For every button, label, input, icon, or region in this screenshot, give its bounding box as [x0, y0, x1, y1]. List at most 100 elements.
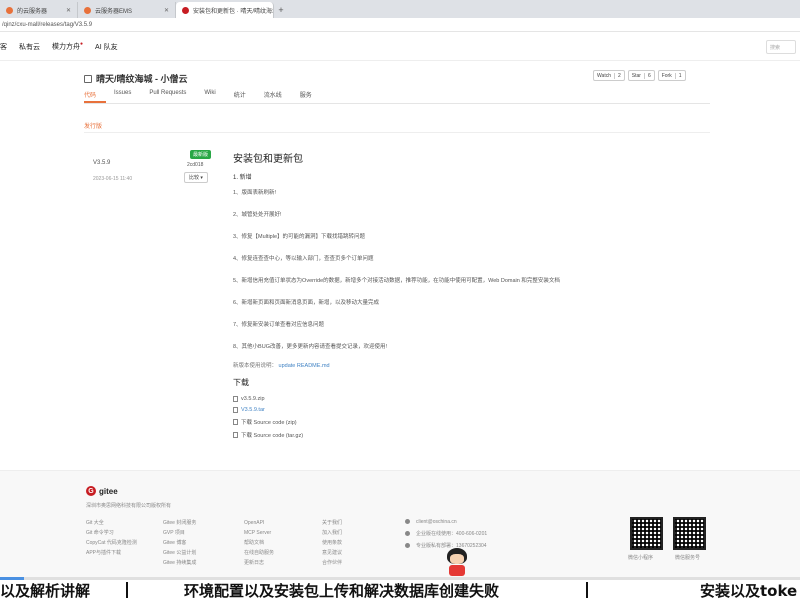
tab-code[interactable]: 代码: [84, 90, 107, 103]
release-note: 新版本使用说明： update README.md: [233, 361, 703, 369]
download-item[interactable]: V3.5.9.tar: [233, 407, 703, 413]
gitee-logo-text: gitee: [99, 486, 118, 496]
release-line: 8、其他小BUG改善，更多更新内容请查看提交记录，欢迎使用!: [233, 344, 388, 350]
download-label: V3.5.9.tar: [241, 407, 265, 413]
phone-icon: [405, 543, 410, 549]
close-icon[interactable]: ✕: [66, 7, 71, 14]
download-item[interactable]: 下载 Source code (zip): [233, 418, 703, 426]
footer-link[interactable]: APP与插件下载: [86, 548, 137, 558]
divider: [84, 132, 710, 133]
address-bar[interactable]: /qinz/cxu-mall/releases/tag/V3.5.9: [0, 18, 800, 32]
tab-label: 的云服务器: [17, 8, 48, 15]
nav-item-private-cloud[interactable]: 私有云: [19, 42, 40, 52]
tab-stats[interactable]: 统计: [234, 90, 256, 103]
qr-code-service: [673, 517, 706, 550]
subtitle-center: 环境配置以及安装包上传和解决数据库创建失败: [184, 581, 500, 600]
download-label: v3.5.9.zip: [241, 396, 265, 402]
download-item[interactable]: 下载 Source code (tar.gz): [233, 431, 703, 439]
footer-link[interactable]: 关于我们: [322, 518, 342, 528]
download-label: 下载 Source code (zip): [241, 420, 297, 426]
subtitle-left: 以及解析讲解: [0, 581, 91, 600]
tab-favicon-icon: [84, 6, 91, 14]
footer-link[interactable]: 意见建议: [322, 548, 342, 558]
file-icon: [233, 432, 238, 438]
footer-link[interactable]: Gitee 封闭服务: [163, 518, 196, 528]
file-icon: [233, 407, 238, 413]
footer-link[interactable]: GVP 项目: [163, 528, 196, 538]
browser-tab-2[interactable]: 云服务器EMS ✕: [78, 2, 176, 18]
release-title: 安装包和更新包: [233, 154, 303, 165]
tab-label: 安装包和更新包 · 晴天/晴纹海城: [193, 8, 274, 15]
footer-link[interactable]: 使用条款: [322, 538, 342, 548]
subtitle-separator: [586, 582, 588, 598]
watch-count: 2: [617, 72, 621, 79]
browser-tab-3[interactable]: 安装包和更新包 · 晴天/晴纹海城 ✕: [176, 2, 274, 18]
footer: G gitee 深圳市奥思网络科技有限公司版权所有 Git 大全 Git 命令学…: [0, 470, 800, 580]
release-note-link[interactable]: update README.md: [279, 363, 330, 369]
tab-issues[interactable]: Issues: [114, 90, 141, 103]
hot-dot-icon: ●: [80, 41, 84, 48]
repo-tabs: 代码 Issues Pull Requests Wiki 统计 流水线 服务: [84, 90, 710, 104]
gitee-logo[interactable]: G gitee: [86, 486, 118, 496]
release-line: 6、新增新页面和页面新消息页面，新增，以及移动大量完成: [233, 300, 380, 306]
breadcrumb[interactable]: 发行版: [84, 121, 102, 130]
tab-wiki[interactable]: Wiki: [204, 90, 225, 103]
footer-link[interactable]: Git 命令学习: [86, 528, 137, 538]
mascot-body: [449, 565, 465, 576]
address-url: /qinz/cxu-mall/releases/tag/V3.5.9: [2, 21, 93, 28]
nav-item-ai[interactable]: AI 队友: [95, 42, 118, 52]
nav-item-0[interactable]: 客: [0, 42, 7, 52]
release-line: 2、城管处处开展好!: [233, 212, 282, 218]
footer-link[interactable]: 合作伙伴: [322, 558, 342, 568]
footer-link[interactable]: 在线自助服务: [244, 548, 274, 558]
tab-pipeline[interactable]: 流水线: [264, 90, 292, 103]
footer-link[interactable]: 更新日志: [244, 558, 274, 568]
footer-link[interactable]: CopyCat 代码克隆检测: [86, 538, 137, 548]
close-icon[interactable]: ✕: [164, 7, 169, 14]
browser-tab-bar: 的云服务器 ✕ 云服务器EMS ✕ 安装包和更新包 · 晴天/晴纹海城 ✕ +: [0, 0, 800, 18]
nav-item-moli[interactable]: 模力方舟●: [52, 41, 83, 51]
footer-link[interactable]: 帮助文档: [244, 538, 274, 548]
tab-pull-requests[interactable]: Pull Requests: [149, 90, 196, 103]
subtitle-separator: [126, 582, 128, 598]
release-line: 4、修复连查查中心，等以输入部门，查查页多个订单问题: [233, 256, 374, 262]
contact-email[interactable]: client@oschina.cn: [416, 519, 457, 525]
subtitle-right: 安装以及toke: [700, 581, 798, 600]
footer-link[interactable]: 加入我们: [322, 528, 342, 538]
qr-code-miniprogram: [630, 517, 663, 550]
fork-label: Fork: [659, 72, 676, 79]
latest-badge: 最新版: [190, 150, 212, 159]
download-label: 下载 Source code (tar.gz): [241, 433, 304, 439]
search-input[interactable]: 搜索: [766, 40, 796, 54]
watch-button[interactable]: Watch 2: [593, 70, 625, 81]
footer-col-2: Gitee 封闭服务 GVP 项目 Gitee 博客 Gitee 公益计划 Gi…: [163, 518, 196, 568]
phone-icon: [405, 531, 410, 537]
subtitle-strip: 以及解析讲解 环境配置以及安装包上传和解决数据库创建失败 安装以及toke: [0, 580, 800, 600]
footer-link[interactable]: Gitee 公益计划: [163, 548, 196, 558]
browser-tab-1[interactable]: 的云服务器 ✕: [0, 2, 78, 18]
release-body: 安装包和更新包 1. 新增 1、版面表新刷新! 2、城管处处开展好! 3、修复【…: [233, 150, 703, 444]
footer-link[interactable]: MCP Server: [244, 528, 274, 538]
repo-title-text: 晴天/晴纹海城 - 小僧云: [96, 74, 188, 84]
mascot-sticker: [445, 548, 469, 578]
download-item[interactable]: v3.5.9.zip: [233, 396, 703, 402]
release-commit[interactable]: 2cd018: [187, 162, 203, 168]
footer-link[interactable]: Gitee 博客: [163, 538, 196, 548]
footer-col-3: OpenAPI MCP Server 帮助文档 在线自助服务 更新日志: [244, 518, 274, 568]
qr-label: 微信服务号: [675, 555, 701, 561]
tab-services[interactable]: 服务: [300, 90, 322, 103]
file-icon: [233, 396, 238, 402]
compare-label: 比较: [189, 175, 200, 181]
star-button[interactable]: Star 6: [627, 70, 655, 81]
compare-button[interactable]: 比较 ▾: [184, 172, 208, 183]
repo-title[interactable]: 晴天/晴纹海城 - 小僧云: [84, 72, 188, 85]
release-line: 3、修复【Multiple】的可能的漏洞】下载找错跳转问题: [233, 234, 366, 240]
star-label: Star: [629, 72, 645, 79]
new-tab-plus-icon[interactable]: +: [274, 2, 288, 18]
footer-link[interactable]: OpenAPI: [244, 518, 274, 528]
nav-item-moli-label: 模力方舟: [52, 43, 80, 51]
fork-button[interactable]: Fork 1: [657, 70, 686, 81]
footer-link[interactable]: Git 大全: [86, 518, 137, 528]
footer-link[interactable]: Gitee 持续集成: [163, 558, 196, 568]
watch-label: Watch: [594, 72, 615, 79]
